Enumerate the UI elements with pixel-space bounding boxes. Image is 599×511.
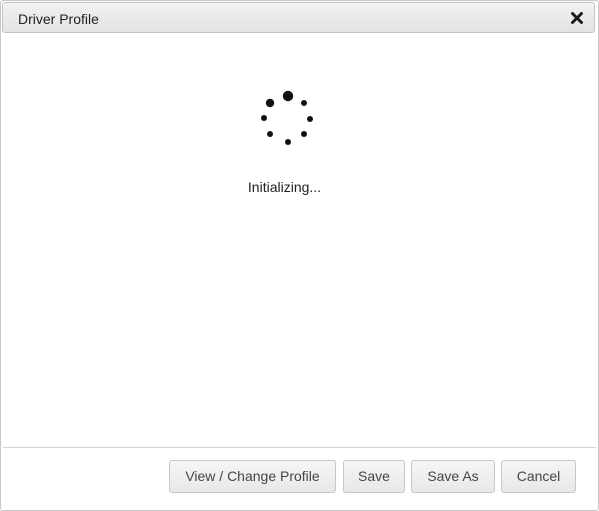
cancel-button[interactable]: Cancel [501,460,576,493]
save-as-button[interactable]: Save As [411,460,495,493]
driver-profile-dialog: Driver Profile Initializing... View / Ch… [0,0,599,511]
dialog-titlebar: Driver Profile [2,2,595,33]
save-button[interactable]: Save [343,460,405,493]
dialog-title: Driver Profile [18,11,99,27]
loading-spinner-icon [257,88,317,148]
view-change-profile-button[interactable]: View / Change Profile [169,460,336,493]
status-text: Initializing... [247,179,322,195]
footer-divider [3,447,596,448]
close-icon[interactable] [568,9,586,27]
